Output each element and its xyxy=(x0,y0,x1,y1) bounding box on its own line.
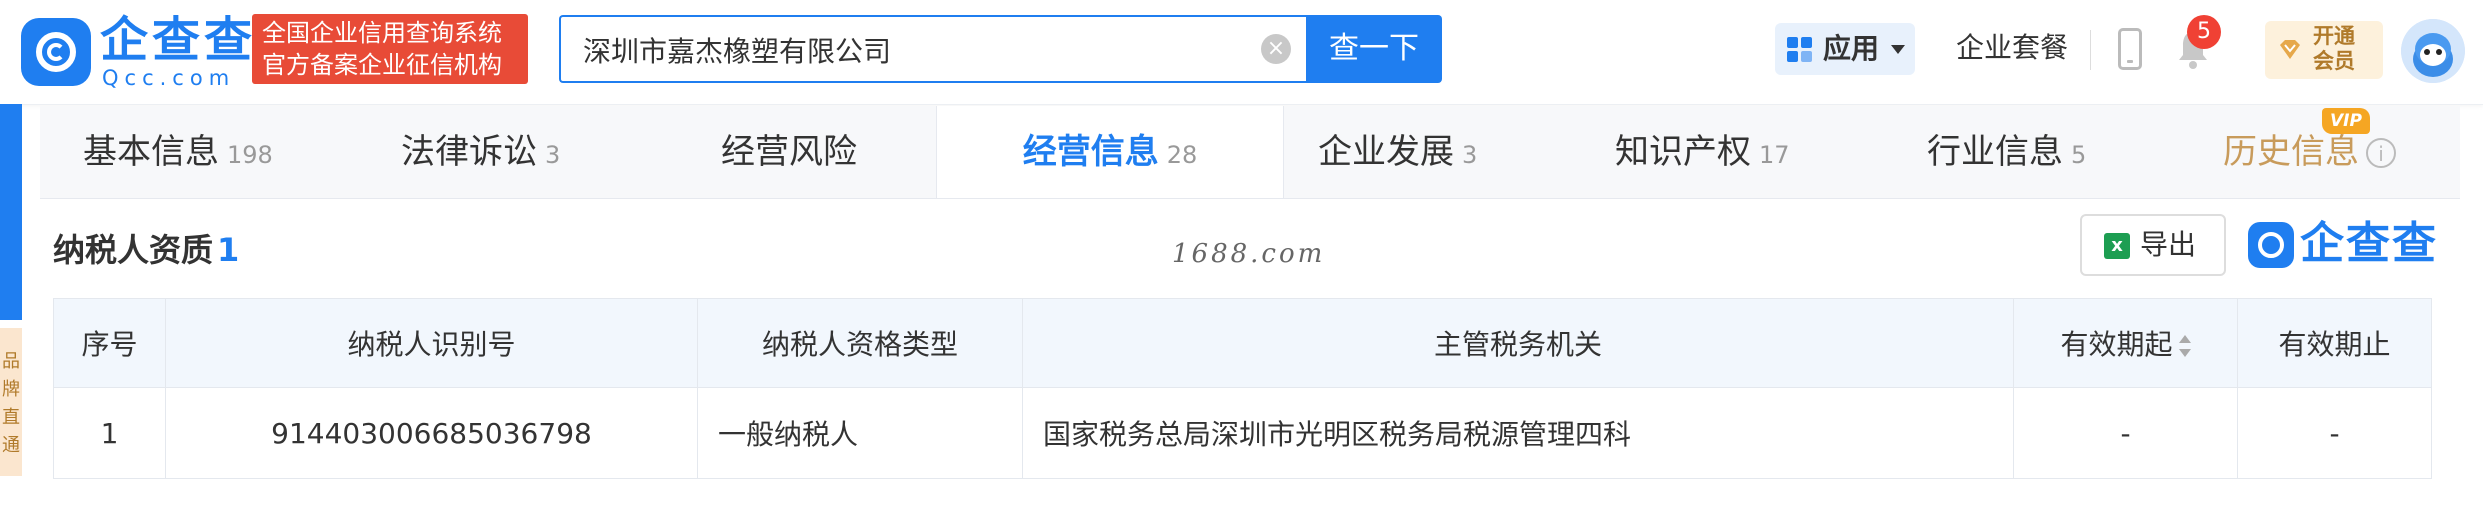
tab-business-risk[interactable]: 经营风险 xyxy=(721,106,865,198)
col-header-valid-from[interactable]: 有效期起 xyxy=(2013,298,2238,388)
logo-text-en[interactable]: Qcc.com xyxy=(102,66,235,90)
vip-label-line-2: 会员 xyxy=(2313,49,2355,73)
slogan-badge: 全国企业信用查询系统 官方备案企业征信机构 xyxy=(252,14,528,84)
vip-label-line-1: 开通 xyxy=(2313,24,2355,48)
header-divider xyxy=(2090,30,2091,70)
col-header-index: 序号 xyxy=(53,298,166,388)
taxpayer-qualification-table: 序号 纳税人识别号 纳税人资格类型 主管税务机关 有效期起 有效期止 1 914… xyxy=(53,298,2432,479)
slogan-line-1: 全国企业信用查询系统 xyxy=(262,19,502,47)
user-avatar[interactable] xyxy=(2401,19,2465,83)
vip-tag: VIP xyxy=(2322,108,2370,134)
cell-valid-to: - xyxy=(2237,387,2432,479)
search-box: × xyxy=(559,15,1307,83)
enterprise-package-link[interactable]: 企业套餐 xyxy=(1956,28,2068,68)
sort-icon[interactable] xyxy=(2178,335,2191,357)
notification-count-badge: 5 xyxy=(2187,15,2221,49)
caret-down-icon xyxy=(1891,45,1905,54)
open-vip-button[interactable]: 开通 会员 xyxy=(2265,21,2383,79)
col-header-taxpayer-id: 纳税人识别号 xyxy=(165,298,698,388)
slogan-line-2: 官方备案企业征信机构 xyxy=(262,51,502,79)
brand-direct-strip[interactable]: 品牌直通 xyxy=(0,328,22,476)
section-count: 1 xyxy=(217,231,240,269)
clear-search-icon[interactable]: × xyxy=(1261,34,1291,64)
col-header-qualification-type: 纳税人资格类型 xyxy=(697,298,1023,388)
apps-menu-button[interactable]: 应用 xyxy=(1775,23,1915,75)
apps-label: 应用 xyxy=(1823,32,1880,65)
qcc-watermark-logo-icon xyxy=(2248,222,2294,268)
table-row: 1 914403006685036798 一般纳税人 国家税务总局深圳市光明区税… xyxy=(53,387,2432,479)
cell-index: 1 xyxy=(53,387,166,479)
cell-tax-authority: 国家税务总局深圳市光明区税务局税源管理四科 xyxy=(1022,387,2014,479)
cell-valid-from: - xyxy=(2013,387,2238,479)
excel-icon: x xyxy=(2104,233,2130,259)
tab-development[interactable]: 企业发展 3 xyxy=(1318,106,1477,198)
tab-basic-info[interactable]: 基本信息 198 xyxy=(83,106,273,198)
info-icon[interactable]: i xyxy=(2366,138,2396,168)
search-button[interactable]: 查一下 xyxy=(1306,15,1442,83)
apps-grid-icon xyxy=(1787,37,1813,63)
section-title: 纳税人资质 1 xyxy=(53,231,240,269)
export-button[interactable]: x 导出 xyxy=(2080,214,2226,276)
export-label: 导出 xyxy=(2140,228,2197,261)
qcc-watermark-logo-text: 企查查 xyxy=(2300,218,2438,269)
watermark-text: 1688.com xyxy=(1172,239,1326,269)
logo-text-cn[interactable]: 企查查 xyxy=(100,12,256,68)
tab-ip[interactable]: 知识产权 17 xyxy=(1615,106,1790,198)
search-input[interactable] xyxy=(581,17,1265,83)
col-header-valid-to: 有效期止 xyxy=(2237,298,2432,388)
brand-direct-label: 品牌直通 xyxy=(2,351,20,456)
cell-qualification-type: 一般纳税人 xyxy=(697,387,1023,479)
mobile-phone-icon[interactable] xyxy=(2118,28,2142,70)
qcc-logo-icon[interactable] xyxy=(21,18,91,86)
section-tabs: 基本信息 198 法律诉讼 3 经营风险 经营信息 28 企业发展 3 知识产权 17 行… xyxy=(40,106,2460,199)
left-edge-panel[interactable] xyxy=(0,104,22,320)
tab-legal[interactable]: 法律诉讼 3 xyxy=(401,106,560,198)
tab-industry[interactable]: 行业信息 5 xyxy=(1927,106,2086,198)
table-header-row: 序号 纳税人识别号 纳税人资格类型 主管税务机关 有效期起 有效期止 xyxy=(53,298,2432,388)
vip-diamond-icon xyxy=(2280,40,2300,59)
col-header-tax-authority: 主管税务机关 xyxy=(1022,298,2014,388)
tab-operation-info[interactable]: 经营信息 28 xyxy=(936,106,1284,198)
cell-taxpayer-id: 914403006685036798 xyxy=(165,387,698,479)
